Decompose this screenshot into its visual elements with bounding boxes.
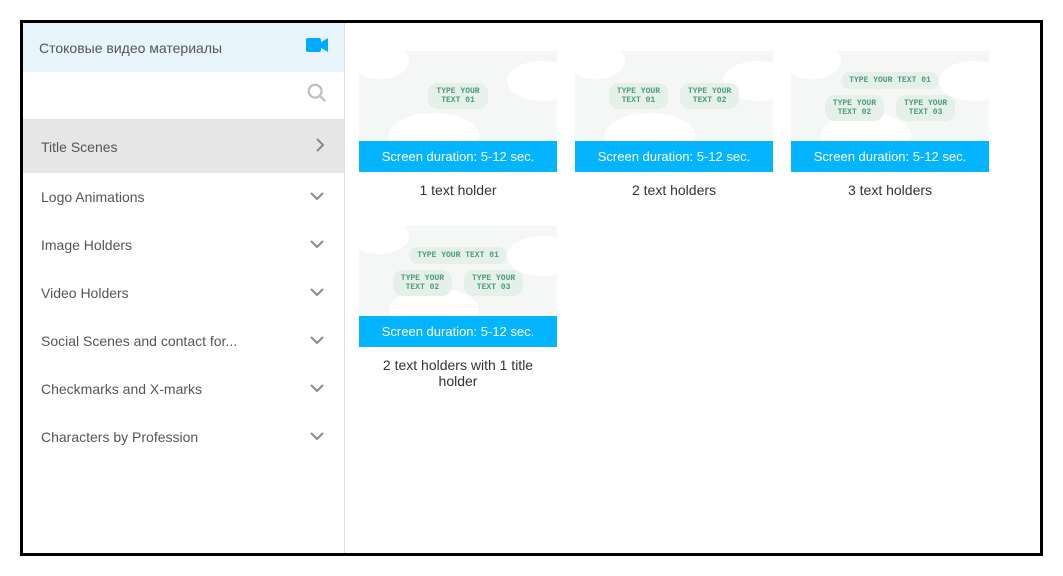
scene-thumbnail: TYPE YOUR TEXT 01TYPE YOUR TEXT 02TYPE Y… [791, 51, 989, 141]
scene-card[interactable]: TYPE YOUR TEXT 01TYPE YOUR TEXT 02TYPE Y… [791, 51, 989, 198]
cloud-shape [605, 113, 695, 141]
category-label: Characters by Profession [41, 429, 198, 445]
category-item[interactable]: Logo Animations [23, 173, 344, 221]
duration-bar: Screen duration: 5-12 sec. [575, 141, 773, 172]
text-placeholder-pill: TYPE YOUR TEXT 02 [825, 95, 884, 121]
scene-caption: 1 text holder [359, 172, 557, 198]
category-label: Image Holders [41, 237, 132, 253]
pill-row: TYPE YOUR TEXT 01 TYPE YOUR TEXT 02 [609, 83, 739, 109]
text-placeholder-pill: TYPE YOUR TEXT 01 [428, 83, 487, 109]
text-placeholder-pill: TYPE YOUR TEXT 03 [464, 270, 523, 296]
scene-thumbnail: TYPE YOUR TEXT 01 [359, 51, 557, 141]
duration-bar: Screen duration: 5-12 sec. [359, 316, 557, 347]
sidebar-title: Стоковые видео материалы [39, 40, 222, 56]
chevron-down-icon [308, 429, 326, 445]
duration-bar: Screen duration: 5-12 sec. [791, 141, 989, 172]
category-item[interactable]: Checkmarks and X-marks [23, 365, 344, 413]
cloud-shape [791, 51, 841, 79]
chevron-right-icon [314, 136, 326, 157]
category-label: Logo Animations [41, 189, 145, 205]
app-frame: Стоковые видео материалы Title Scenes Log… [20, 20, 1043, 556]
sidebar-header: Стоковые видео материалы [23, 23, 344, 72]
category-item[interactable]: Social Scenes and contact for... [23, 317, 344, 365]
scene-caption: 2 text holders [575, 172, 773, 198]
category-label: Checkmarks and X-marks [41, 381, 202, 397]
chevron-down-icon [308, 285, 326, 301]
scene-card[interactable]: TYPE YOUR TEXT 01TYPE YOUR TEXT 02TYPE Y… [359, 226, 557, 389]
category-label: Video Holders [41, 285, 129, 301]
scene-thumbnail: TYPE YOUR TEXT 01TYPE YOUR TEXT 02TYPE Y… [359, 226, 557, 316]
cloud-shape [359, 226, 409, 254]
cloud-shape [389, 113, 479, 141]
cloud-shape [575, 51, 625, 79]
pill-row: TYPE YOUR TEXT 02 TYPE YOUR TEXT 03 [825, 95, 955, 121]
chevron-down-icon [308, 333, 326, 349]
content-grid: TYPE YOUR TEXT 01 Screen duration: 5-12 s… [345, 23, 1040, 553]
cloud-shape [507, 61, 557, 101]
scene-card[interactable]: TYPE YOUR TEXT 01 TYPE YOUR TEXT 02 Screen… [575, 51, 773, 198]
chevron-down-icon [308, 189, 326, 205]
text-placeholder-pill: TYPE YOUR TEXT 02 [680, 83, 739, 109]
scene-caption: 3 text holders [791, 172, 989, 198]
sidebar: Стоковые видео материалы Title Scenes Log… [23, 23, 345, 553]
category-item[interactable]: Image Holders [23, 221, 344, 269]
chevron-down-icon [308, 381, 326, 397]
text-placeholder-pill: TYPE YOUR TEXT 01 [841, 72, 939, 89]
category-item[interactable]: Title Scenes [23, 120, 344, 173]
category-item[interactable]: Characters by Profession [23, 413, 344, 461]
duration-bar: Screen duration: 5-12 sec. [359, 141, 557, 172]
scene-thumbnail: TYPE YOUR TEXT 01 TYPE YOUR TEXT 02 [575, 51, 773, 141]
camera-icon [306, 37, 328, 58]
category-list: Title Scenes Logo Animations Image Holders… [23, 120, 344, 553]
category-item[interactable]: Video Holders [23, 269, 344, 317]
text-placeholder-pill: TYPE YOUR TEXT 01 [609, 83, 668, 109]
search-icon [306, 82, 328, 109]
text-placeholder-pill: TYPE YOUR TEXT 01 [409, 247, 507, 264]
chevron-down-icon [308, 237, 326, 253]
cloud-shape [359, 51, 409, 79]
category-label: Social Scenes and contact for... [41, 333, 237, 349]
search-row[interactable] [23, 72, 344, 120]
pill-row: TYPE YOUR TEXT 02 TYPE YOUR TEXT 03 [393, 270, 523, 296]
scene-card[interactable]: TYPE YOUR TEXT 01 Screen duration: 5-12 s… [359, 51, 557, 198]
text-placeholder-pill: TYPE YOUR TEXT 03 [896, 95, 955, 121]
scene-caption: 2 text holders with 1 title holder [359, 347, 557, 389]
text-placeholder-pill: TYPE YOUR TEXT 02 [393, 270, 452, 296]
category-label: Title Scenes [41, 139, 118, 155]
